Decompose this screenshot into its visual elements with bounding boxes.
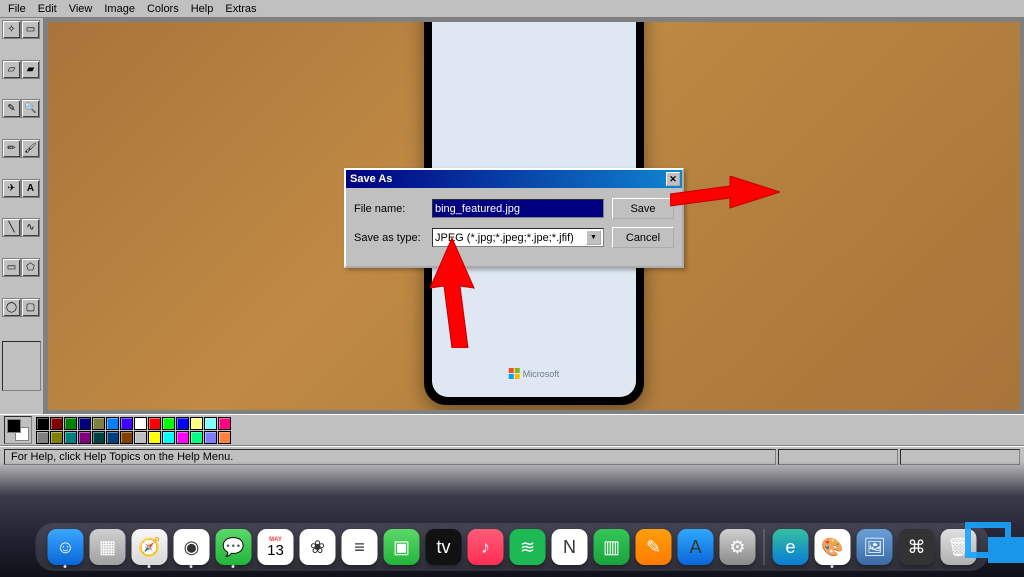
chevron-down-icon[interactable]: ▼: [586, 230, 601, 245]
tool-pencil-icon[interactable]: ✏: [2, 139, 21, 158]
palette-swatch[interactable]: [162, 417, 175, 430]
tool-airbrush-icon[interactable]: ✈: [2, 179, 21, 198]
palette-swatch[interactable]: [134, 431, 147, 444]
palette-swatch[interactable]: [148, 431, 161, 444]
dialog-titlebar[interactable]: Save As ✕: [346, 170, 682, 188]
dock-pages-icon[interactable]: ✎: [636, 529, 672, 565]
palette-grid: [36, 417, 231, 444]
dock-music-icon[interactable]: ♪: [468, 529, 504, 565]
menu-edit[interactable]: Edit: [32, 1, 63, 17]
dock-messages-icon[interactable]: 💬: [216, 529, 252, 565]
dock-reminders-icon[interactable]: ≡: [342, 529, 378, 565]
filename-label: File name:: [354, 203, 432, 215]
dock-safari-icon[interactable]: 🧭: [132, 529, 168, 565]
menu-image[interactable]: Image: [98, 1, 141, 17]
palette-swatch[interactable]: [78, 431, 91, 444]
dock-calendar-icon[interactable]: MAY13: [258, 529, 294, 565]
dock-screenshot-icon[interactable]: ⌘: [899, 529, 935, 565]
palette-swatch[interactable]: [120, 431, 133, 444]
palette-swatch[interactable]: [176, 417, 189, 430]
tool-fill-icon[interactable]: ▰: [21, 60, 40, 79]
tool-text-icon[interactable]: A: [21, 179, 40, 198]
dock-appstore-icon[interactable]: A: [678, 529, 714, 565]
palette-swatch[interactable]: [64, 417, 77, 430]
tool-select-rect-icon[interactable]: ▭: [21, 20, 40, 39]
dock-separator: [764, 529, 765, 565]
palette-swatch[interactable]: [218, 417, 231, 430]
tool-magnify-icon[interactable]: 🔍: [21, 99, 40, 118]
color-palette-bar: [0, 414, 1024, 446]
dock-chrome-icon[interactable]: ◉: [174, 529, 210, 565]
palette-swatch[interactable]: [50, 417, 63, 430]
tool-ellipse-icon[interactable]: ◯: [2, 298, 21, 317]
palette-swatch[interactable]: [204, 431, 217, 444]
tool-curve-icon[interactable]: ∿: [21, 218, 40, 237]
palette-swatch[interactable]: [50, 431, 63, 444]
tool-line-icon[interactable]: ╲: [2, 218, 21, 237]
dock-launchpad-icon[interactable]: ▦: [90, 529, 126, 565]
palette-swatch[interactable]: [92, 417, 105, 430]
dock-appletv-icon[interactable]: tv: [426, 529, 462, 565]
save-type-label: Save as type:: [354, 232, 432, 244]
microsoft-logo-icon: [509, 368, 520, 379]
foreground-color-swatch[interactable]: [7, 419, 21, 433]
tool-rect-icon[interactable]: ▭: [2, 258, 21, 277]
menu-file[interactable]: File: [2, 1, 32, 17]
palette-swatch[interactable]: [134, 417, 147, 430]
tool-picker-icon[interactable]: ✎: [2, 99, 21, 118]
watermark-logo-icon: [962, 519, 1024, 567]
microsoft-logo-text: Microsoft: [523, 369, 560, 379]
palette-swatch[interactable]: [78, 417, 91, 430]
palette-swatch[interactable]: [36, 417, 49, 430]
palette-swatch[interactable]: [92, 431, 105, 444]
cancel-button[interactable]: Cancel: [612, 227, 674, 248]
menu-view[interactable]: View: [63, 1, 99, 17]
dock-spotify-icon[interactable]: ≋: [510, 529, 546, 565]
dock-preview-icon[interactable]: 🖼: [857, 529, 893, 565]
tool-select-free-icon[interactable]: ✧: [2, 20, 21, 39]
menu-help[interactable]: Help: [185, 1, 220, 17]
palette-swatch[interactable]: [106, 431, 119, 444]
tool-brush-icon[interactable]: 🖌: [21, 139, 40, 158]
dock-mspaint-icon[interactable]: 🎨: [815, 529, 851, 565]
menu-colors[interactable]: Colors: [141, 1, 185, 17]
tool-polygon-icon[interactable]: ⬠: [21, 258, 40, 277]
current-colors[interactable]: [4, 416, 32, 444]
palette-swatch[interactable]: [176, 431, 189, 444]
microsoft-logo: Microsoft: [509, 368, 560, 379]
dialog-title: Save As: [348, 173, 666, 185]
dock-photos-icon[interactable]: ❀: [300, 529, 336, 565]
menu-bar: File Edit View Image Colors Help Extras: [0, 0, 1024, 18]
palette-swatch[interactable]: [190, 417, 203, 430]
filename-input[interactable]: [432, 199, 604, 218]
tool-rounded-rect-icon[interactable]: ▢: [21, 298, 40, 317]
annotation-arrow-type: [430, 238, 488, 348]
dock-facetime-icon[interactable]: ▣: [384, 529, 420, 565]
toolbox: ✧ ▭ ▱ ▰ ✎ 🔍 ✏ 🖌 ✈ A ╲ ∿ ▭ ⬠ ◯ ▢: [0, 18, 44, 414]
annotation-arrow-save: [670, 176, 780, 222]
dock: ☺▦🧭◉💬MAY13❀≡▣tv♪≋N▥✎A⚙e🎨🖼⌘🗑: [36, 523, 989, 571]
palette-swatch[interactable]: [36, 431, 49, 444]
menu-extras[interactable]: Extras: [219, 1, 262, 17]
tool-eraser-icon[interactable]: ▱: [2, 60, 21, 79]
save-button[interactable]: Save: [612, 198, 674, 219]
palette-swatch[interactable]: [148, 417, 161, 430]
save-as-dialog: Save As ✕ File name: Save Save as type: …: [344, 168, 684, 268]
dock-notion-icon[interactable]: N: [552, 529, 588, 565]
dock-edge-icon[interactable]: e: [773, 529, 809, 565]
tool-options: [2, 341, 41, 391]
palette-swatch[interactable]: [120, 417, 133, 430]
palette-swatch[interactable]: [64, 431, 77, 444]
palette-swatch[interactable]: [190, 431, 203, 444]
palette-swatch[interactable]: [204, 417, 217, 430]
dock-settings-icon[interactable]: ⚙: [720, 529, 756, 565]
dock-numbers-icon[interactable]: ▥: [594, 529, 630, 565]
palette-swatch[interactable]: [162, 431, 175, 444]
dock-finder-icon[interactable]: ☺: [48, 529, 84, 565]
palette-swatch[interactable]: [218, 431, 231, 444]
palette-swatch[interactable]: [106, 417, 119, 430]
